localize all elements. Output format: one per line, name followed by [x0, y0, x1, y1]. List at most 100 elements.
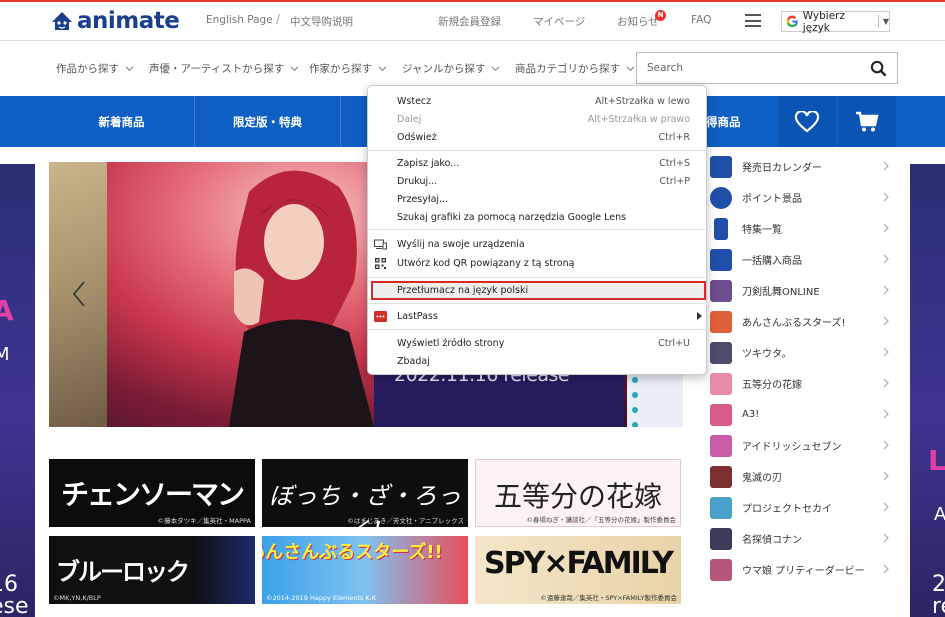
character-avatar — [710, 527, 732, 550]
sidebar-item-release-calendar[interactable]: 発売日カレンダー — [708, 151, 892, 182]
menu-item-create-qr[interactable]: Utwórz kod QR powiązany z tą stroną — [368, 254, 708, 273]
nav-label: 限定版・特典 — [233, 114, 302, 129]
search-icon[interactable] — [870, 60, 887, 77]
sidebar-item-label: あんさんぶるスターズ! — [742, 318, 846, 329]
banner-blue-lock[interactable]: ブルーロック ©MK,YN,K/BLP — [49, 536, 255, 604]
cart-button[interactable] — [838, 96, 896, 147]
banner-spy-family[interactable]: SPY×FAMILY ©遠藤達哉／集英社・SPY×FAMILY製作委員会 — [475, 536, 681, 604]
register-link[interactable]: 新規会員登録 — [438, 14, 501, 29]
carousel-next-slide[interactable]: L A 202re — [910, 164, 945, 617]
chevron-right-icon — [883, 285, 889, 295]
slide-text: 202re — [932, 572, 945, 617]
chevron-right-icon — [883, 223, 889, 233]
banner-chainsaw-man[interactable]: チェンソーマン ©藤本タツキ／集英社・MAPPA — [49, 459, 255, 527]
menu-item-translate[interactable]: Przetłumacz na język polski — [371, 281, 706, 300]
google-translate-select[interactable]: Wybierz język ▼ — [781, 9, 890, 34]
chevron-right-icon — [883, 440, 889, 450]
bookmark-star-icon — [714, 217, 728, 240]
chevron-right-icon — [883, 533, 889, 543]
translate-widget-label: Wybierz język — [802, 9, 845, 34]
sidebar-item-features[interactable]: 特集一覧 — [708, 213, 892, 244]
chevron-right-icon — [883, 409, 889, 419]
artist-figure — [229, 170, 374, 427]
cart-icon — [856, 111, 879, 131]
nav-limited-editions[interactable]: 限定版・特典 — [195, 96, 340, 147]
hamburger-menu-icon[interactable] — [745, 14, 761, 27]
character-avatar — [710, 341, 732, 364]
news-link[interactable]: お知らせ — [617, 14, 659, 29]
chevron-down-icon — [125, 66, 134, 72]
mypage-link[interactable]: マイページ — [533, 14, 585, 29]
sidebar-item-detective-conan[interactable]: 名探偵コナン — [708, 523, 892, 554]
menu-separator — [368, 303, 708, 304]
chevron-right-icon — [883, 564, 889, 574]
sidebar-item-label: プロジェクトセカイ — [742, 504, 832, 515]
banner-copyright: ©春場ねぎ・講談社／「五等分の花嫁」製作委員会 — [526, 516, 677, 524]
character-avatar — [710, 279, 732, 302]
nav-deals[interactable]: 得商品 — [706, 96, 742, 147]
point-icon — [710, 186, 732, 209]
caret-down-icon: ▼ — [882, 17, 889, 26]
sidebar-item-ensemble-stars[interactable]: あんさんぶるスターズ! — [708, 306, 892, 337]
menu-item-google-lens[interactable]: Szukaj grafiki za pomocą narzędzia Googl… — [368, 208, 708, 227]
category-label: 作品から探す — [56, 63, 119, 75]
chevron-left-icon[interactable] — [71, 280, 87, 308]
sidebar-item-label: 名探偵コナン — [742, 535, 802, 546]
category-voice-actors[interactable]: 声優・アーティストから探す — [149, 61, 299, 76]
sidebar-item-label: 五等分の花嫁 — [742, 380, 802, 391]
heart-icon — [794, 110, 820, 132]
category-authors[interactable]: 作家から探す — [309, 61, 387, 76]
search-input[interactable] — [637, 62, 857, 74]
sidebar-item-point-rewards[interactable]: ポイント景品 — [708, 182, 892, 213]
logo-wordmark: animate — [77, 8, 180, 34]
sidebar-item-quintuplets[interactable]: 五等分の花嫁 — [708, 368, 892, 399]
faq-link[interactable]: FAQ — [691, 14, 711, 26]
sidebar-item-bulk-purchase[interactable]: 一括購入商品 — [708, 244, 892, 275]
animate-logo[interactable]: animate — [50, 8, 180, 34]
chevron-right-icon — [883, 378, 889, 388]
menu-item-back[interactable]: Wstecz Alt+Strzałka w lewo — [368, 92, 708, 111]
sidebar-item-project-sekai[interactable]: プロジェクトセカイ — [708, 492, 892, 523]
nav-new-products[interactable]: 新着商品 — [49, 96, 194, 147]
menu-item-cast[interactable]: Przesyłaj... — [368, 190, 708, 209]
sidebar-item-idolish7[interactable]: アイドリッシュセブン — [708, 430, 892, 461]
sidebar-item-demon-slayer[interactable]: 鬼滅の刃 — [708, 461, 892, 492]
sidebar-item-touken-ranbu[interactable]: 刀剣乱舞ONLINE — [708, 275, 892, 306]
slide-text: 16ese — [0, 572, 29, 617]
banner-copyright: ©はまじあき／芳文社・アニプレックス — [347, 517, 464, 525]
carousel-prev-slide[interactable]: A M 16ese — [0, 164, 35, 617]
sidebar-item-uma-musume[interactable]: ウマ娘 プリティーダービー — [708, 554, 892, 585]
menu-item-inspect[interactable]: Zbadaj — [368, 352, 708, 371]
menu-item-save-as[interactable]: Zapisz jako... Ctrl+S — [368, 154, 708, 173]
chinese-guide-link[interactable]: 中文导购说明 — [290, 14, 353, 29]
slide-text: A — [934, 504, 945, 525]
chevron-down-icon — [626, 66, 635, 72]
banner-bocchi[interactable]: ぼっち・ざ・ろっく! ©はまじあき／芳文社・アニプレックス — [262, 459, 468, 527]
menu-item-lastpass[interactable]: LastPass — [368, 307, 708, 326]
sidebar-item-a3[interactable]: A3! — [708, 399, 892, 430]
banner-quintuplets[interactable]: 五等分の花嫁 ©春場ねぎ・講談社／「五等分の花嫁」製作委員会 — [475, 459, 681, 527]
banner-ensemble-stars[interactable]: あんさんぶるスターズ!! ©2014-2019 Happy Elements K… — [262, 536, 468, 604]
category-product-types[interactable]: 商品カテゴリから探す — [515, 61, 635, 76]
top-accent-line — [0, 0, 945, 2]
category-label: 作家から探す — [309, 63, 372, 75]
menu-separator — [368, 229, 708, 230]
menu-item-view-source[interactable]: Wyświetl źródło strony Ctrl+U — [368, 334, 708, 353]
category-genres[interactable]: ジャンルから探す — [402, 61, 500, 76]
category-works[interactable]: 作品から探す — [56, 61, 134, 76]
qr-code-icon — [375, 258, 386, 269]
menu-item-send-to-devices[interactable]: Wyślij na swoje urządzenia — [368, 235, 708, 254]
chevron-right-icon — [883, 316, 889, 326]
chevron-right-icon — [883, 192, 889, 202]
english-page-link[interactable]: English Page — [206, 14, 273, 26]
menu-item-reload[interactable]: Odśwież Ctrl+R — [368, 128, 708, 147]
sidebar-item-tsukiuta[interactable]: ツキウタ。 — [708, 337, 892, 368]
banner-title: ブルーロック — [56, 558, 190, 586]
banner-title: あんさんぶるスターズ!! — [262, 542, 443, 563]
favorites-button[interactable] — [778, 96, 836, 147]
sidebar-item-label: 鬼滅の刃 — [742, 473, 782, 484]
menu-item-print[interactable]: Drukuj... Ctrl+P — [368, 172, 708, 191]
sidebar-item-label: ポイント景品 — [742, 194, 802, 205]
category-label: 商品カテゴリから探す — [515, 63, 620, 75]
character-avatar — [710, 496, 732, 519]
